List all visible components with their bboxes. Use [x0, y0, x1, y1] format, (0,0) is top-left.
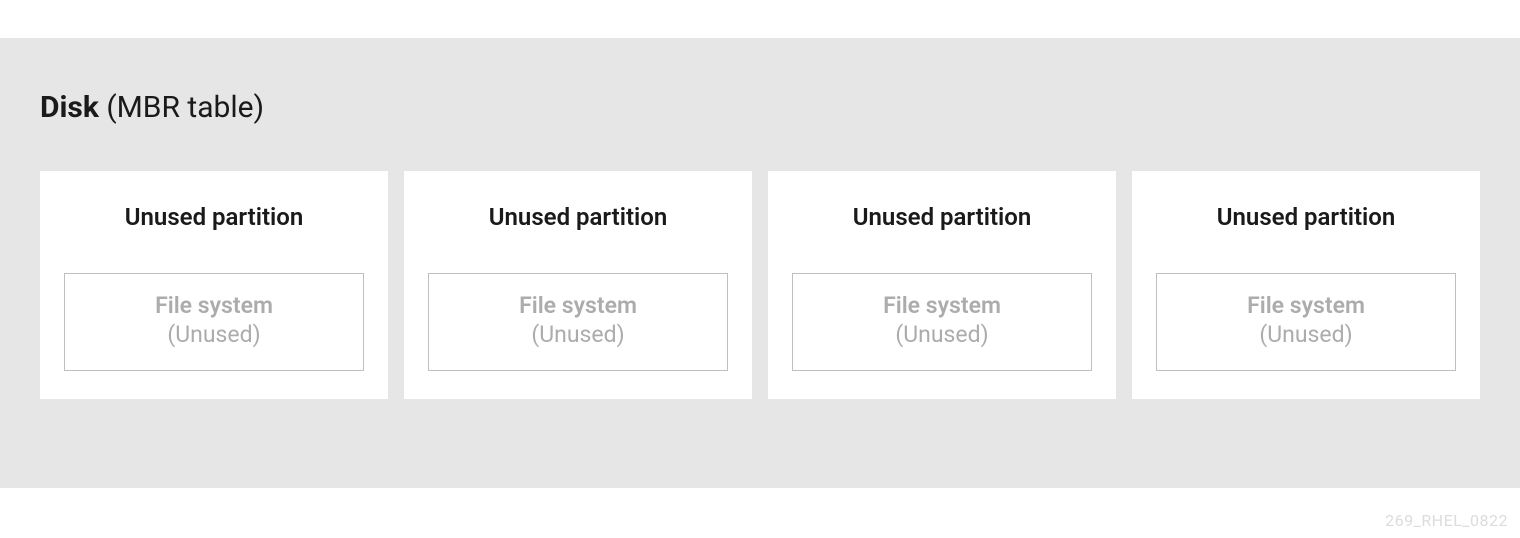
- filesystem-box: File system (Unused): [1156, 273, 1456, 371]
- diagram-title: Disk (MBR table): [40, 90, 1480, 125]
- diagram-title-bold: Disk: [40, 90, 99, 125]
- filesystem-box: File system (Unused): [64, 273, 364, 371]
- partition-card: Unused partition File system (Unused): [40, 171, 388, 399]
- partition-card: Unused partition File system (Unused): [404, 171, 752, 399]
- partition-title: Unused partition: [853, 203, 1032, 231]
- partition-row: Unused partition File system (Unused) Un…: [40, 171, 1480, 399]
- partition-card: Unused partition File system (Unused): [1132, 171, 1480, 399]
- filesystem-status: (Unused): [1167, 321, 1445, 350]
- partition-card: Unused partition File system (Unused): [768, 171, 1116, 399]
- disk-diagram: Disk (MBR table) Unused partition File s…: [0, 38, 1520, 488]
- filesystem-box: File system (Unused): [428, 273, 728, 371]
- partition-title: Unused partition: [489, 203, 668, 231]
- watermark: 269_RHEL_0822: [1385, 511, 1508, 530]
- filesystem-label: File system: [1167, 292, 1445, 321]
- partition-title: Unused partition: [125, 203, 304, 231]
- filesystem-status: (Unused): [803, 321, 1081, 350]
- filesystem-label: File system: [75, 292, 353, 321]
- filesystem-status: (Unused): [439, 321, 717, 350]
- filesystem-status: (Unused): [75, 321, 353, 350]
- filesystem-box: File system (Unused): [792, 273, 1092, 371]
- filesystem-label: File system: [439, 292, 717, 321]
- filesystem-label: File system: [803, 292, 1081, 321]
- diagram-title-paren: (MBR table): [106, 90, 264, 125]
- partition-title: Unused partition: [1217, 203, 1396, 231]
